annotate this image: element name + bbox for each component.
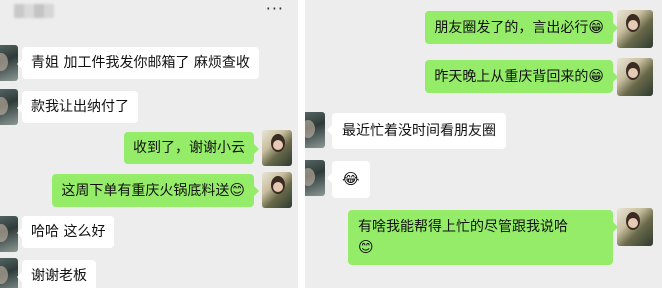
- message-bubble[interactable]: 最近忙着没时间看朋友圈: [327, 113, 506, 149]
- message-bubble[interactable]: 这周下单有重庆火锅底料送😊: [52, 174, 259, 207]
- panel-divider: [298, 0, 305, 288]
- grin-emoji-icon: 😁: [588, 67, 604, 85]
- self-avatar[interactable]: [262, 172, 292, 208]
- self-avatar[interactable]: [617, 208, 653, 246]
- message-bubble[interactable]: 青姐 加工件我发你邮箱了 麻烦查收: [17, 47, 259, 79]
- message-text: 青姐 加工件我发你邮箱了 麻烦查收: [31, 55, 250, 71]
- message-bubble[interactable]: 😂: [327, 161, 370, 198]
- contact-avatar[interactable]: [305, 160, 325, 196]
- contact-avatar[interactable]: [0, 216, 18, 252]
- message-text: 款我让出纳付了: [31, 99, 129, 115]
- message-bubble[interactable]: 朋友圈发了的，言出必行😁: [425, 11, 618, 44]
- message-text: 昨天晚上从重庆背回来的: [434, 69, 589, 85]
- more-icon[interactable]: ···: [266, 0, 284, 18]
- message-text: 这周下单有重庆火锅底料送: [61, 183, 230, 199]
- message-text: 收到了，谢谢小云: [133, 140, 245, 156]
- contact-avatar[interactable]: [0, 258, 18, 288]
- message-text: 有啥我能帮得上忙的尽管跟我说哈: [358, 219, 568, 235]
- message-text: 谢谢老板: [31, 268, 87, 284]
- self-avatar[interactable]: [262, 130, 292, 166]
- left-chat-panel: ··· 青姐 加工件我发你邮箱了 麻烦查收 款我让出纳付了 收到了，谢谢小云 这…: [0, 0, 298, 288]
- message-bubble[interactable]: 谢谢老板: [17, 260, 96, 288]
- message-bubble[interactable]: 有啥我能帮得上忙的尽管跟我说哈 😊: [348, 210, 618, 265]
- message-text: 朋友圈发了的，言出必行: [434, 20, 589, 36]
- message-text: 哈哈 这么好: [31, 224, 106, 240]
- self-avatar[interactable]: [617, 58, 653, 96]
- grin-emoji-icon: 😁: [588, 18, 604, 36]
- smile-emoji-icon: 😊: [229, 181, 245, 199]
- contact-avatar[interactable]: [0, 45, 18, 81]
- contact-avatar[interactable]: [305, 112, 325, 148]
- right-chat-panel: 朋友圈发了的，言出必行😁 昨天晚上从重庆背回来的😁 最近忙着没时间看朋友圈 😂 …: [305, 0, 662, 288]
- smile-emoji-icon: 😊: [358, 238, 374, 256]
- message-bubble[interactable]: 哈哈 这么好: [16, 216, 115, 248]
- contact-name-blurred: [14, 4, 54, 18]
- self-avatar[interactable]: [617, 10, 653, 48]
- chat-header: ···: [0, 0, 298, 30]
- message-bubble[interactable]: 收到了，谢谢小云: [124, 132, 259, 164]
- contact-avatar[interactable]: [0, 89, 18, 125]
- laugh-cry-emoji-icon: 😂: [342, 170, 360, 188]
- message-bubble[interactable]: 款我让出纳付了: [17, 91, 138, 123]
- message-text: 最近忙着没时间看朋友圈: [342, 123, 496, 139]
- message-bubble[interactable]: 昨天晚上从重庆背回来的😁: [425, 60, 618, 93]
